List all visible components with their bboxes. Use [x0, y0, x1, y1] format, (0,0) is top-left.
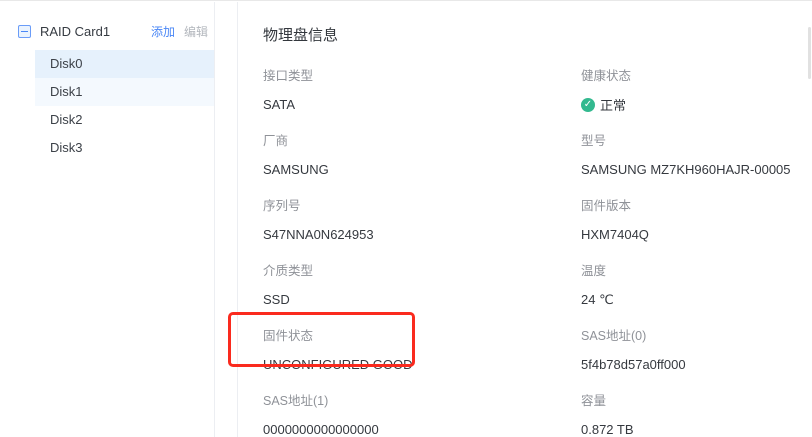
field-value: SSD: [263, 292, 581, 307]
field-label: 健康状态: [581, 65, 812, 84]
field-sas-address-0: SAS地址(0) 5f4b78d57a0ff000: [581, 325, 812, 390]
field-vendor: 厂商 SAMSUNG: [263, 130, 581, 195]
sidebar: RAID Card1 添加 编辑 Disk0 Disk1 Disk2 Disk3: [0, 2, 215, 437]
field-value: 0000000000000000: [263, 422, 581, 437]
field-value: S47NNA0N624953: [263, 227, 581, 242]
check-circle-icon: ✓: [581, 98, 595, 112]
field-model: 型号 SAMSUNG MZ7KH960HAJR-00005: [581, 130, 812, 195]
field-value: SATA: [263, 97, 581, 112]
field-value: 正常: [600, 95, 626, 114]
sidebar-item-disk2[interactable]: Disk2: [35, 106, 214, 134]
physical-disk-panel: 物理盘信息 接口类型 SATA 健康状态 ✓ 正常 厂商 SAMSUNG 型号 …: [237, 2, 812, 437]
field-temperature: 温度 24 ℃: [581, 260, 812, 325]
field-label: 序列号: [263, 195, 581, 214]
field-label: SAS地址(1): [263, 390, 581, 409]
field-health-status: 健康状态 ✓ 正常: [581, 65, 812, 130]
field-serial-number: 序列号 S47NNA0N624953: [263, 195, 581, 260]
field-label: 厂商: [263, 130, 581, 149]
sidebar-item-disk3[interactable]: Disk3: [35, 134, 214, 162]
field-media-type: 介质类型 SSD: [263, 260, 581, 325]
field-label: 容量: [581, 390, 812, 409]
field-label: 型号: [581, 130, 812, 149]
sidebar-item-disk0[interactable]: Disk0: [35, 50, 214, 78]
field-interface-type: 接口类型 SATA: [263, 65, 581, 130]
field-value: HXM7404Q: [581, 227, 812, 242]
field-label: 接口类型: [263, 65, 581, 84]
field-label: 固件状态: [263, 325, 581, 344]
field-label: 温度: [581, 260, 812, 279]
field-label: 介质类型: [263, 260, 581, 279]
field-value: 5f4b78d57a0ff000: [581, 357, 812, 372]
disk-info-grid: 接口类型 SATA 健康状态 ✓ 正常 厂商 SAMSUNG 型号 SAMSUN…: [263, 65, 812, 437]
raid-card-label: RAID Card1: [40, 24, 110, 39]
disk-list: Disk0 Disk1 Disk2 Disk3: [0, 50, 214, 162]
field-value: 24 ℃: [581, 292, 812, 308]
field-firmware-version: 固件版本 HXM7404Q: [581, 195, 812, 260]
field-value: SAMSUNG: [263, 162, 581, 177]
field-firmware-state: 固件状态 UNCONFIGURED GOOD: [263, 325, 581, 390]
page: RAID Card1 添加 编辑 Disk0 Disk1 Disk2 Disk3…: [0, 0, 812, 437]
field-value: 0.872 TB: [581, 422, 812, 437]
edit-link[interactable]: 编辑: [184, 23, 208, 40]
sidebar-item-disk1[interactable]: Disk1: [35, 78, 214, 106]
field-label: SAS地址(0): [581, 325, 812, 344]
field-capacity: 容量 0.872 TB: [581, 390, 812, 437]
page-title: 物理盘信息: [263, 24, 812, 45]
field-value: SAMSUNG MZ7KH960HAJR-00005: [581, 162, 812, 177]
raid-card-node[interactable]: RAID Card1 添加 编辑: [18, 20, 208, 42]
field-value: UNCONFIGURED GOOD: [263, 357, 581, 372]
field-sas-address-1: SAS地址(1) 0000000000000000: [263, 390, 581, 437]
scrollbar-thumb[interactable]: [808, 27, 811, 79]
field-label: 固件版本: [581, 195, 812, 214]
add-link[interactable]: 添加: [151, 23, 175, 40]
collapse-minus-icon[interactable]: [18, 25, 31, 38]
